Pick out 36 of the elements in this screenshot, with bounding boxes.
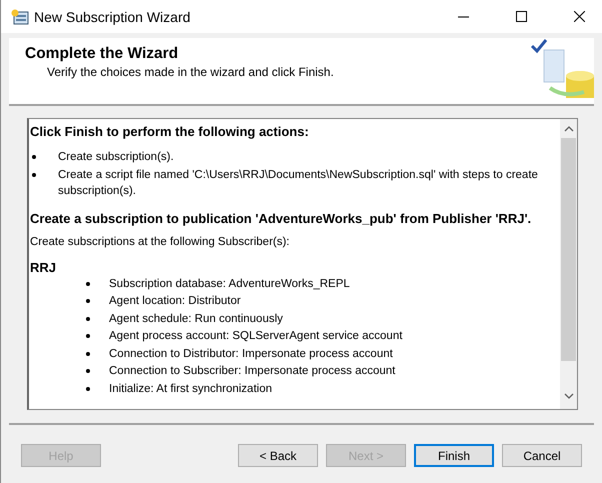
subscribers-intro: Create subscriptions at the following Subscriber(s): — [30, 236, 291, 248]
bullet-icon — [32, 155, 36, 159]
page-subtitle: Verify the choices made in the wizard and click Finish. — [47, 65, 334, 79]
wizard-button[interactable]: Cancel — [502, 444, 582, 467]
detail-item: Subscription database: AdventureWorks_REPL — [109, 276, 350, 292]
publication-heading: Create a subscription to publication 'AdventureWorks_pub' from Publisher 'RRJ'. — [30, 210, 532, 226]
scrollbar-thumb[interactable] — [561, 138, 576, 361]
close-icon — [574, 11, 584, 22]
bullet-icon — [86, 369, 90, 373]
maximize-icon — [516, 11, 526, 22]
wizard-app-icon — [11, 8, 29, 24]
chevron-down-icon[interactable] — [564, 391, 574, 401]
bullet-icon — [86, 316, 90, 320]
detail-item: Connection to Subscriber: Impersonate process account — [109, 364, 396, 379]
detail-item: Agent schedule: Run continuously — [109, 312, 283, 326]
summary-text-area[interactable] — [27, 118, 578, 410]
wizard-button[interactable]: < Back — [238, 444, 318, 467]
bullet-icon — [86, 299, 90, 303]
bullet-icon — [86, 334, 90, 338]
detail-item: Agent location: Distributor — [109, 294, 241, 309]
chevron-up-icon[interactable] — [564, 124, 574, 134]
detail-item: Initialize: At first synchronization — [109, 382, 272, 396]
window-title: New Subscription Wizard — [34, 8, 192, 24]
detail-item: Connection to Distributor: Impersonate process account — [109, 346, 393, 362]
bullet-icon — [86, 282, 90, 286]
summary-intro: Click Finish to perform the following actions: — [30, 124, 310, 139]
scrollbar[interactable] — [560, 119, 577, 409]
subscriber-name: RRJ — [30, 260, 58, 274]
wizard-button[interactable]: Finish — [414, 444, 494, 467]
bullet-icon — [32, 172, 36, 176]
detail-item: Agent process account: SQLServerAgent service account — [109, 329, 402, 344]
action-item: Create a script file named 'C:\Users\RRJ\Documents\NewSubscription.sql' with steps to create subscription(s). — [58, 168, 539, 199]
bullet-icon — [86, 352, 90, 356]
bullet-icon — [86, 386, 90, 390]
action-item: Create subscription(s). — [58, 150, 174, 165]
page-title: Complete the Wizard — [25, 45, 180, 63]
